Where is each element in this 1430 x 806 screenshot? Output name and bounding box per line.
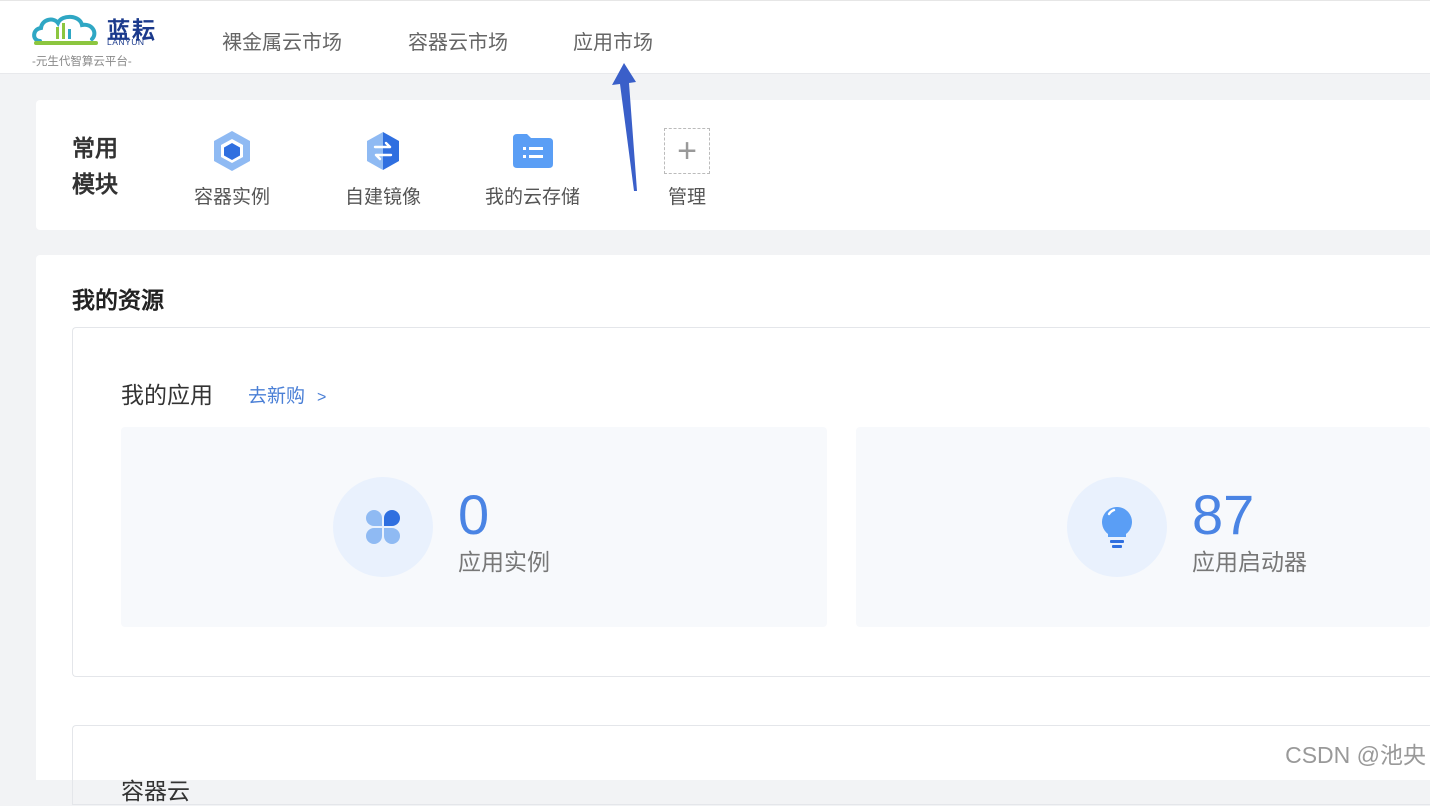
module-custom-image[interactable]: 自建镜像 (345, 128, 421, 209)
my-apps-title: 我的应用 (121, 382, 213, 408)
app-instance-count: 0 (458, 483, 490, 546)
lightbulb-icon (1067, 477, 1167, 577)
my-resources-section: 我的资源 我的应用 去新购 > 0 应用实例 87 应用启动器 容器云 (36, 255, 1430, 805)
app-launcher-count: 87 (1192, 483, 1255, 546)
module-manage[interactable]: + 管理 (664, 128, 710, 209)
nav-app-market[interactable]: 应用市场 (573, 26, 653, 55)
watermark: CSDN @池央 (1285, 742, 1426, 768)
modules-title: 常用模块 (72, 135, 118, 197)
module-my-cloud-storage[interactable]: 我的云存储 (485, 128, 580, 209)
app-instance-label: 应用实例 (458, 549, 550, 575)
nav-container-market[interactable]: 容器云市场 (408, 26, 508, 55)
module-label: 容器实例 (194, 187, 271, 208)
chevron-right-icon: > (317, 389, 327, 406)
module-container-instance[interactable]: 容器实例 (194, 128, 270, 209)
module-label: 我的云存储 (485, 187, 581, 208)
plus-icon: + (664, 128, 710, 174)
cube-icon (209, 128, 255, 174)
app-launcher-label: 应用启动器 (1192, 549, 1307, 575)
container-cloud-title: 容器云 (121, 778, 190, 804)
resources-title: 我的资源 (72, 287, 164, 313)
app-instance-stat-card[interactable]: 0 应用实例 (121, 427, 827, 627)
logo[interactable]: 蓝耘 LANYUN -元生代智算云平台- (30, 9, 170, 71)
buy-new-link[interactable]: 去新购 > (248, 381, 326, 408)
four-petal-icon (333, 477, 433, 577)
top-navbar: 蓝耘 LANYUN -元生代智算云平台- 裸金属云市场 容器云市场 应用市场 (0, 0, 1430, 74)
common-modules-panel: 常用模块 容器实例 自建镜像 我的云存储 + 管理 (36, 100, 1430, 230)
module-label: 自建镜像 (345, 187, 422, 208)
logo-brand-en: LANYUN (107, 37, 145, 47)
app-launcher-stat-card[interactable]: 87 应用启动器 (856, 427, 1430, 627)
folder-icon (510, 128, 556, 174)
nav-bare-metal-market[interactable]: 裸金属云市场 (222, 26, 342, 55)
image-swap-icon (360, 128, 406, 174)
cloud-logo-icon (32, 14, 98, 45)
my-apps-card: 我的应用 去新购 > 0 应用实例 87 应用启动器 (72, 327, 1430, 677)
annotation-arrow-icon (612, 63, 637, 191)
buy-new-label: 去新购 (248, 386, 306, 407)
logo-tagline: -元生代智算云平台- (32, 56, 132, 68)
module-label: 管理 (667, 187, 706, 208)
container-cloud-card: 容器云 (72, 725, 1430, 805)
